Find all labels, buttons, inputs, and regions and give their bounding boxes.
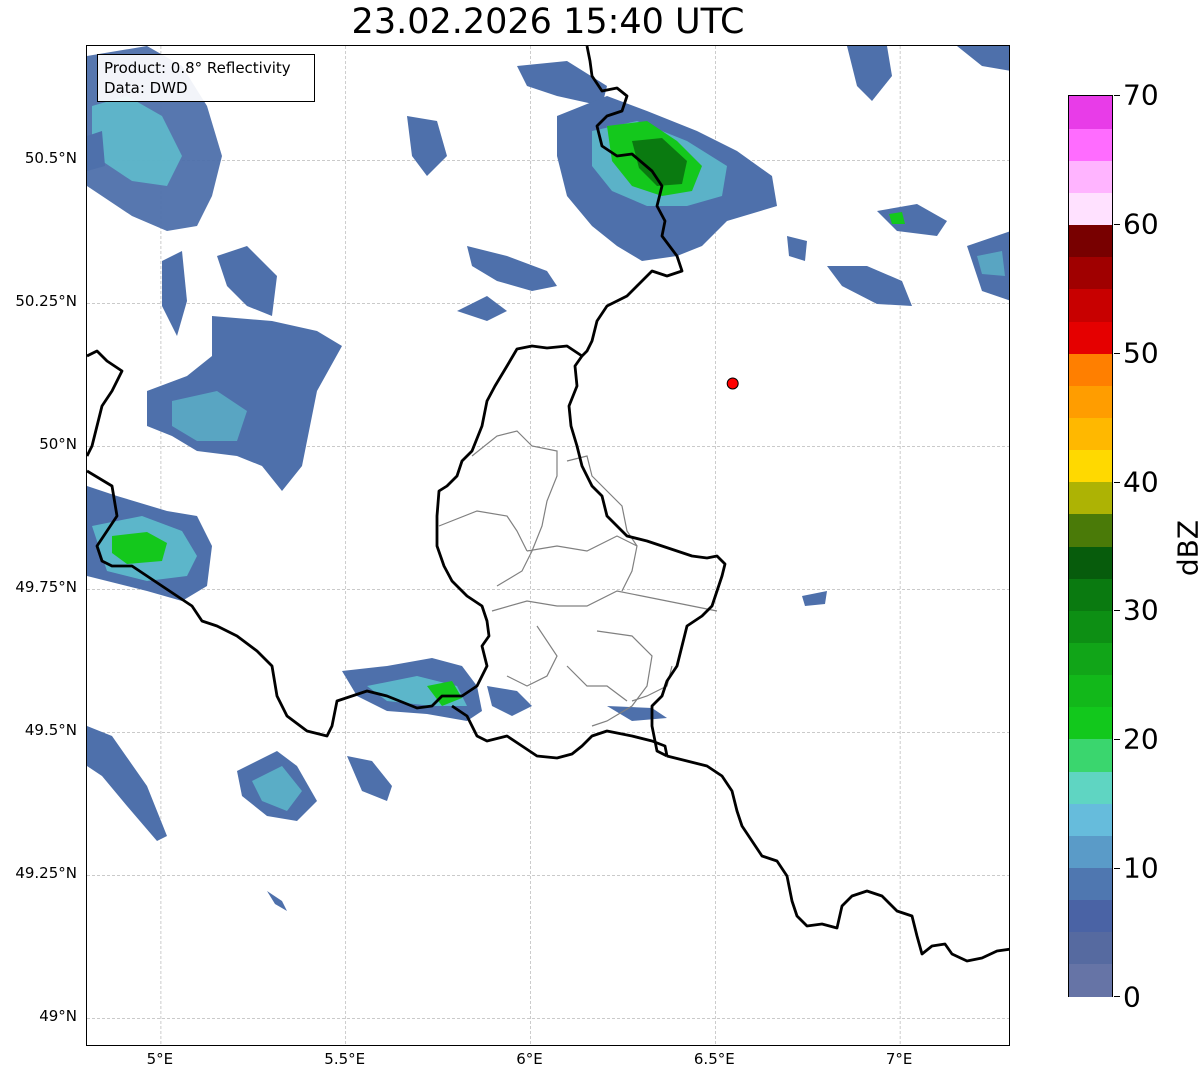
colorbar-segment <box>1069 578 1112 611</box>
echo-area <box>217 246 277 316</box>
echo-area <box>457 296 507 321</box>
colorbar-tick-label: 30 <box>1123 593 1159 627</box>
colorbar-tick-label: 10 <box>1123 851 1159 885</box>
colorbar-tick-mark <box>1114 739 1120 741</box>
colorbar-segment <box>1069 771 1112 804</box>
colorbar-segment <box>1069 867 1112 901</box>
colorbar-segment <box>1069 288 1112 322</box>
colorbar-segment <box>1069 642 1112 676</box>
latitude-label: 50°N <box>39 435 77 454</box>
echo-area <box>957 46 1009 71</box>
echo-area <box>847 46 892 101</box>
echo-area <box>607 706 667 721</box>
data-source-label: Data: DWD <box>104 79 188 97</box>
colorbar-tick-label: 40 <box>1123 465 1159 499</box>
longitude-label: 6.5°E <box>693 1050 735 1068</box>
colorbar-segment <box>1069 706 1112 740</box>
latitude-label: 49.5°N <box>24 721 77 740</box>
colorbar <box>1068 95 1113 997</box>
echo-area <box>877 204 947 236</box>
latitude-label: 50.25°N <box>15 292 77 311</box>
colorbar-tick-label: 20 <box>1123 722 1159 756</box>
echo-area <box>517 61 607 106</box>
product-label: Product: 0.8° Reflectivity <box>104 59 291 77</box>
echo-area <box>787 236 807 261</box>
colorbar-tick-label: 60 <box>1123 207 1159 241</box>
echo-area <box>487 686 532 716</box>
echo-area <box>347 756 392 801</box>
echo-area <box>802 591 827 606</box>
map-canvas <box>87 46 1009 1045</box>
longitude-label: 5.5°E <box>324 1050 366 1068</box>
longitude-label: 7°E <box>885 1050 913 1068</box>
latitude-label: 49°N <box>39 1007 77 1026</box>
colorbar-segment <box>1069 899 1112 933</box>
colorbar-segment <box>1069 546 1112 579</box>
latitude-label: 49.75°N <box>15 578 77 597</box>
longitude-label: 6°E <box>516 1050 543 1068</box>
product-info-box: Product: 0.8° Reflectivity Data: DWD <box>97 54 315 102</box>
colorbar-segment <box>1069 931 1112 965</box>
colorbar-segment <box>1069 321 1112 354</box>
colorbar-segment <box>1069 96 1112 129</box>
map-title: 23.02.2026 15:40 UTC <box>351 2 745 42</box>
colorbar-segment <box>1069 224 1112 258</box>
colorbar-tick-mark <box>1114 223 1120 225</box>
colorbar-tick-label: 0 <box>1123 980 1141 1014</box>
colorbar-segment <box>1069 610 1112 644</box>
radar-map <box>86 45 1010 1046</box>
colorbar-segment <box>1069 417 1112 451</box>
colorbar-segment <box>1069 738 1112 772</box>
echo-area <box>827 266 912 306</box>
colorbar-segment <box>1069 449 1112 483</box>
colorbar-segment <box>1069 256 1112 290</box>
colorbar-segment <box>1069 192 1112 226</box>
radar-site-marker <box>726 377 739 390</box>
colorbar-segment <box>1069 674 1112 708</box>
colorbar-tick-mark <box>1114 481 1120 483</box>
latitude-label: 49.25°N <box>15 864 77 883</box>
echo-area <box>162 251 187 336</box>
colorbar-tick-mark <box>1114 868 1120 870</box>
colorbar-segment <box>1069 385 1112 419</box>
colorbar-segment <box>1069 128 1112 161</box>
colorbar-tick-mark <box>1114 352 1120 354</box>
colorbar-segment <box>1069 353 1112 386</box>
colorbar-segment <box>1069 160 1112 194</box>
graticule <box>87 46 1009 1045</box>
colorbar-segment <box>1069 513 1112 547</box>
colorbar-tick-mark <box>1114 996 1120 997</box>
colorbar-segment <box>1069 963 1112 997</box>
radar-echoes <box>87 46 1009 911</box>
colorbar-tick-label: 70 <box>1123 78 1159 112</box>
echo-area <box>407 116 447 176</box>
colorbar-segment <box>1069 803 1112 836</box>
country-borders <box>87 46 1009 963</box>
echo-area <box>87 131 105 171</box>
echo-area <box>467 246 557 291</box>
colorbar-tick-label: 50 <box>1123 336 1159 370</box>
colorbar-segment <box>1069 835 1112 869</box>
colorbar-unit-label: dBZ <box>1171 519 1202 577</box>
colorbar-segment <box>1069 481 1112 515</box>
colorbar-tick-mark <box>1114 610 1120 612</box>
latitude-label: 50.5°N <box>24 149 77 168</box>
colorbar-tick-mark <box>1114 95 1120 96</box>
echo-area <box>267 891 287 911</box>
echo-area <box>87 726 167 841</box>
longitude-label: 5°E <box>146 1050 174 1068</box>
district-boundaries <box>438 430 718 727</box>
